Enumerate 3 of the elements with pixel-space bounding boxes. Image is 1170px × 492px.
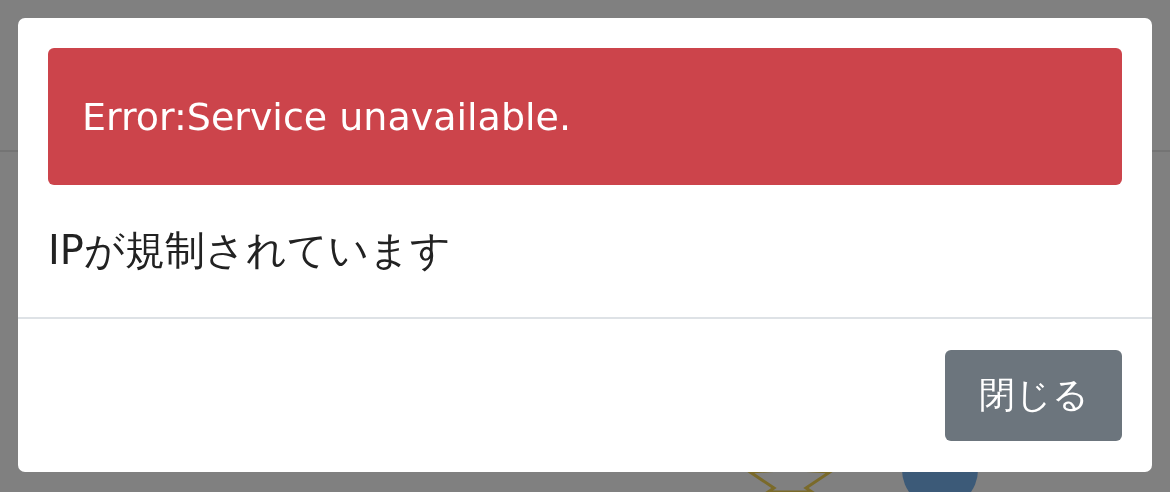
close-button[interactable]: 閉じる bbox=[945, 350, 1122, 441]
message-text: IPが規制されています bbox=[48, 226, 452, 275]
error-alert: Error:Service unavailable. bbox=[48, 48, 1122, 185]
